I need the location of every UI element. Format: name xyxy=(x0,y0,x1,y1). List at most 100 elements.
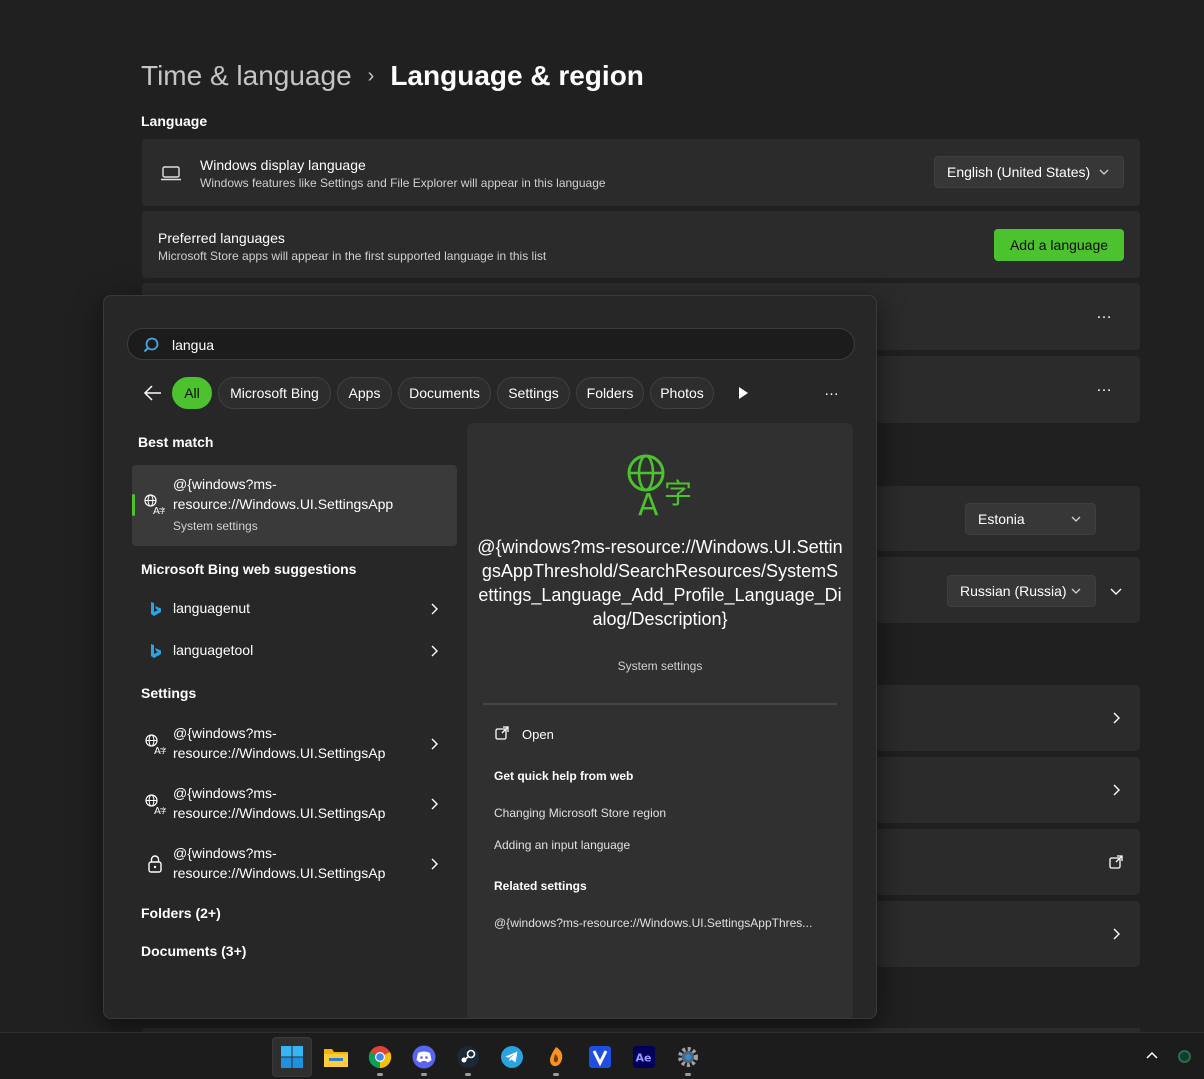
preferred-languages-title: Preferred languages xyxy=(158,230,285,246)
svg-text:A: A xyxy=(638,488,659,519)
taskbar-fl-studio[interactable] xyxy=(536,1037,576,1077)
chevron-right-icon xyxy=(1113,928,1120,940)
scroll-filters-icon[interactable] xyxy=(735,385,751,401)
settings-result-item[interactable]: A 字 @{windows?ms- resource://Windows.UI.… xyxy=(132,719,457,771)
search-input[interactable]: langua xyxy=(127,328,855,360)
taskbar-steam[interactable] xyxy=(448,1037,488,1077)
more-options-icon[interactable]: … xyxy=(824,382,840,399)
svg-text:字: 字 xyxy=(160,746,166,755)
preview-subtitle: System settings xyxy=(617,659,703,673)
chevron-right-icon xyxy=(1113,784,1120,796)
help-link[interactable]: Changing Microsoft Store region xyxy=(494,806,666,820)
add-language-button[interactable]: Add a language xyxy=(994,229,1124,261)
bing-icon xyxy=(151,602,161,616)
taskbar-settings[interactable] xyxy=(668,1037,708,1077)
back-arrow-icon[interactable] xyxy=(142,382,164,404)
running-indicator xyxy=(465,1073,471,1076)
running-indicator xyxy=(685,1073,691,1076)
related-setting-link[interactable]: @{windows?ms-resource://Windows.UI.Setti… xyxy=(494,916,812,930)
filter-all[interactable]: All xyxy=(172,377,212,409)
language-settings-icon: A 字 xyxy=(145,794,166,815)
filter-apps[interactable]: Apps xyxy=(337,377,392,409)
bing-suggestion-label: languagetool xyxy=(173,642,254,658)
best-match-result[interactable]: A 字 @{windows?ms- resource://Windows.UI.… xyxy=(132,465,457,546)
folder-icon xyxy=(324,1049,348,1067)
bing-icon xyxy=(151,644,161,658)
country-value: Estonia xyxy=(978,511,1025,527)
bing-suggestion-item[interactable]: languagetool xyxy=(132,635,457,671)
best-match-title-line2: resource://Windows.UI.SettingsApp xyxy=(173,496,394,512)
language-settings-icon: A 字 xyxy=(627,454,692,519)
best-match-subtitle: System settings xyxy=(173,519,258,533)
laptop-icon xyxy=(160,163,182,188)
svg-text:字: 字 xyxy=(159,506,165,515)
filter-settings[interactable]: Settings xyxy=(497,377,570,409)
running-indicator xyxy=(553,1073,559,1076)
quick-help-heading: Get quick help from web xyxy=(494,769,634,783)
country-dropdown[interactable]: Estonia xyxy=(965,503,1096,535)
best-match-title-line1: @{windows?ms- xyxy=(173,476,277,492)
settings-heading: Settings xyxy=(141,685,197,701)
settings-result-line1: @{windows?ms- xyxy=(173,725,277,741)
running-indicator xyxy=(377,1073,383,1076)
divider xyxy=(483,703,837,705)
tray-status-icon[interactable] xyxy=(1178,1050,1191,1063)
breadcrumb-separator: › xyxy=(367,64,375,87)
svg-text:字: 字 xyxy=(664,477,692,510)
taskbar-v-app[interactable] xyxy=(580,1037,620,1077)
taskbar-discord[interactable] xyxy=(404,1037,444,1077)
folders-heading[interactable]: Folders (2+) xyxy=(141,905,221,921)
display-language-card: Windows display language Windows feature… xyxy=(142,139,1140,206)
settings-result-line1: @{windows?ms- xyxy=(173,785,277,801)
bing-suggestion-label: languagenut xyxy=(173,600,251,616)
bing-suggestions-heading: Microsoft Bing web suggestions xyxy=(141,561,357,577)
help-link[interactable]: Adding an input language xyxy=(494,838,630,852)
fl-studio-icon xyxy=(550,1047,563,1067)
windows-logo-icon xyxy=(281,1046,303,1068)
display-language-dropdown[interactable]: English (United States) xyxy=(934,156,1124,188)
taskbar-file-explorer[interactable] xyxy=(316,1037,356,1077)
open-external-icon[interactable] xyxy=(494,725,510,741)
breadcrumb: Time & language › Language & region xyxy=(141,58,644,94)
breadcrumb-parent[interactable]: Time & language xyxy=(141,60,352,92)
v-app-icon xyxy=(589,1046,611,1068)
chevron-right-icon xyxy=(431,858,438,870)
running-indicator xyxy=(421,1073,427,1076)
bing-suggestion-item[interactable]: languagenut xyxy=(132,593,457,629)
filter-microsoft-bing[interactable]: Microsoft Bing xyxy=(218,377,331,409)
more-options-icon[interactable]: … xyxy=(1096,378,1113,396)
language-settings-icon: A 字 xyxy=(145,734,166,755)
regional-format-dropdown[interactable]: Russian (Russia) xyxy=(947,575,1096,607)
taskbar-after-effects[interactable]: Ae xyxy=(624,1037,664,1077)
settings-result-line2: resource://Windows.UI.SettingsAp xyxy=(173,805,386,821)
expand-chevron-icon[interactable] xyxy=(1108,583,1124,599)
start-button[interactable] xyxy=(272,1037,312,1077)
settings-result-item[interactable]: @{windows?ms- resource://Windows.UI.Sett… xyxy=(132,839,457,891)
gear-icon xyxy=(678,1047,698,1067)
preview-title: @{windows?ms-resource://Windows.UI.Setti… xyxy=(477,537,843,629)
chevron-down-icon xyxy=(1099,169,1109,175)
documents-heading[interactable]: Documents (3+) xyxy=(141,943,246,959)
search-query: langua xyxy=(172,337,215,353)
settings-result-item[interactable]: A 字 @{windows?ms- resource://Windows.UI.… xyxy=(132,779,457,831)
related-settings-heading: Related settings xyxy=(494,879,587,893)
search-filters: All Microsoft Bing Apps Documents Settin… xyxy=(104,376,876,410)
chevron-down-icon xyxy=(1071,516,1081,522)
open-action[interactable]: Open xyxy=(522,727,554,742)
chevron-right-icon xyxy=(1113,712,1120,724)
svg-text:字: 字 xyxy=(160,806,166,815)
steam-icon xyxy=(457,1046,479,1068)
filter-folders[interactable]: Folders xyxy=(576,377,644,409)
more-options-icon[interactable]: … xyxy=(1096,305,1113,323)
search-flyout: langua All Microsoft Bing Apps Documents… xyxy=(103,295,877,1019)
search-icon xyxy=(143,337,159,353)
chevron-up-icon[interactable] xyxy=(1145,1049,1159,1063)
section-title-language: Language xyxy=(141,113,208,129)
taskbar-chrome[interactable] xyxy=(360,1037,400,1077)
display-language-description: Windows features like Settings and File … xyxy=(200,176,606,190)
filter-documents[interactable]: Documents xyxy=(398,377,491,409)
filter-photos[interactable]: Photos xyxy=(650,377,714,409)
after-effects-icon: Ae xyxy=(633,1046,655,1068)
taskbar-telegram[interactable] xyxy=(492,1037,532,1077)
open-external-icon xyxy=(1109,855,1123,869)
